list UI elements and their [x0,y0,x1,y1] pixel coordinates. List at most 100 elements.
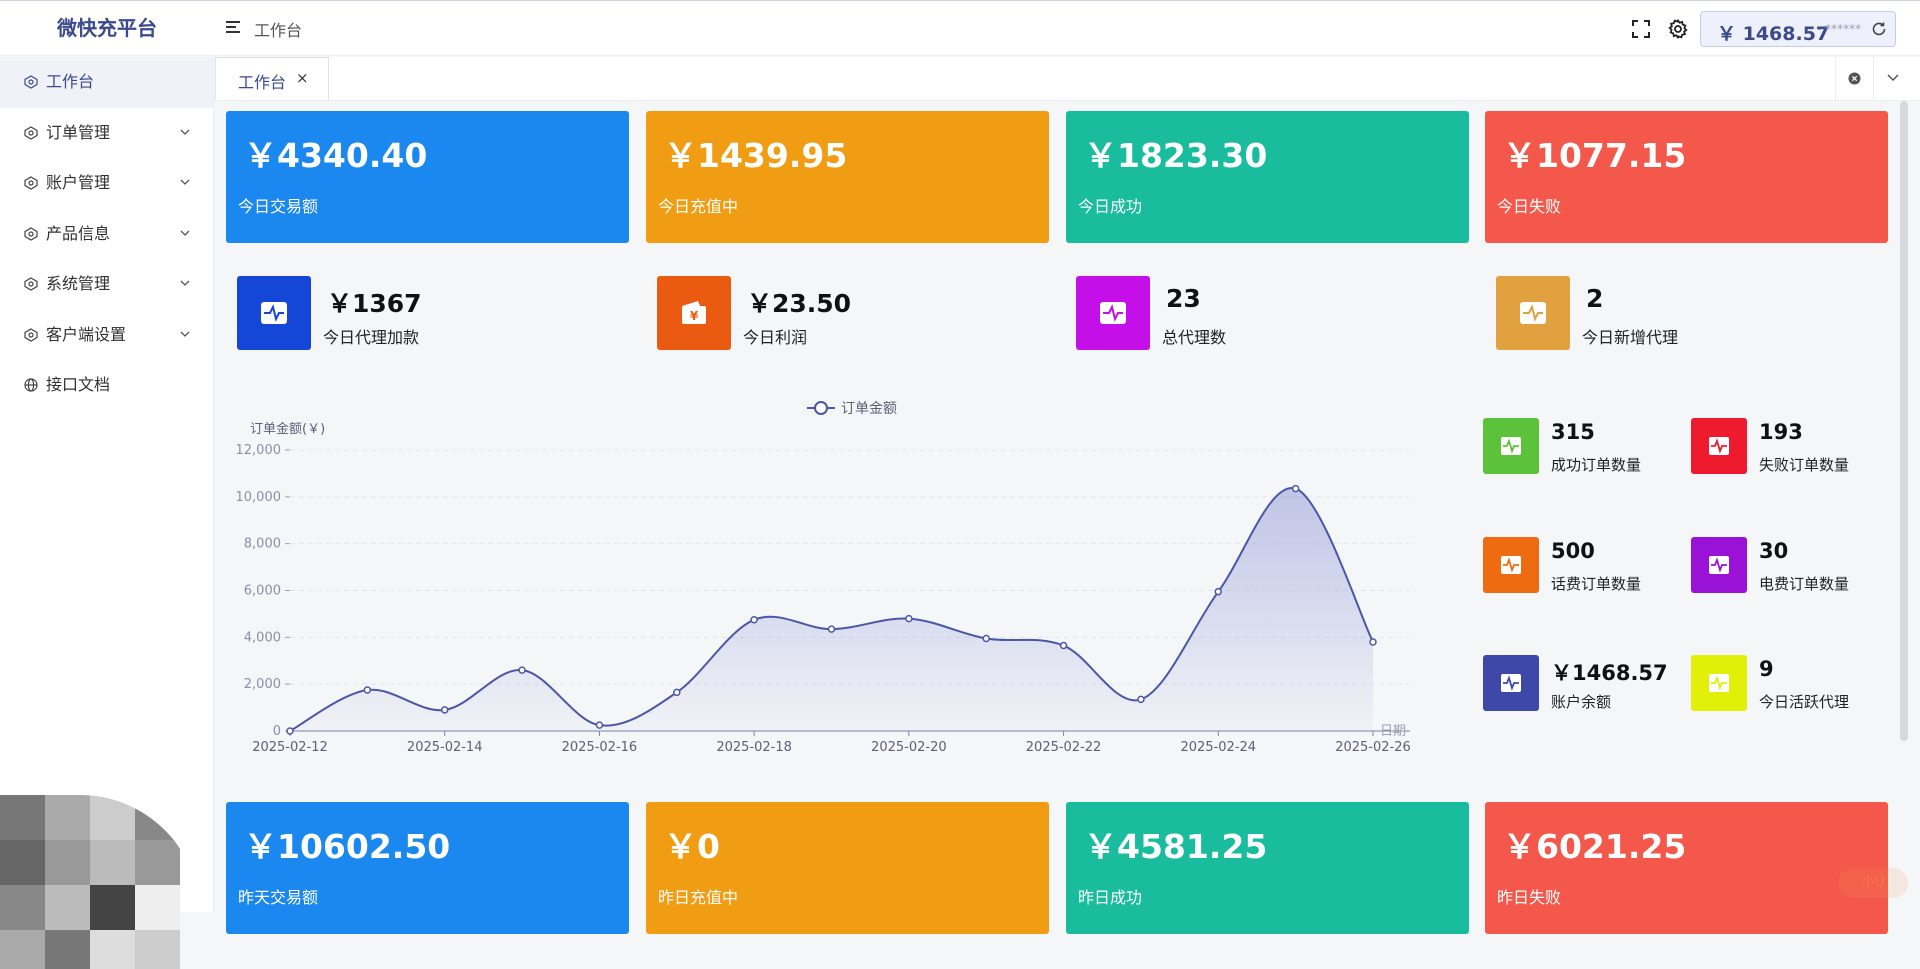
fullscreen-icon[interactable] [1632,20,1650,38]
x-tick-label: 2025-02-26 [1335,740,1411,755]
refresh-icon[interactable] [1871,21,1887,37]
x-tick-label: 2025-02-14 [407,740,483,755]
sidebar-item-0[interactable]: 工作台 [0,57,213,108]
order-amount-chart: 0 2,000 4,000 6,000 8,000 10,000 12,000 2025-02… [236,401,1411,755]
stat-value: ￥1468.57 [1551,661,1668,685]
settings-icon [24,327,38,342]
balance-chip[interactable]: ￥ 1468.57 - ****** [1700,11,1896,47]
stat-value: 193 [1759,420,1803,444]
sidebar-item-label: 账户管理 [46,173,111,192]
pulse-icon [1691,537,1747,593]
watermark: 小U [1838,868,1908,898]
close-all-tabs-button[interactable] [1835,57,1873,100]
stat-value: 2 [1586,284,1604,313]
sidebar-item-1[interactable]: 订单管理 [0,108,213,159]
globe-icon [24,378,38,392]
top-bar: 微快充平台 工作台 ￥ 1468.57 - ****** [0,0,1920,56]
y-axis-label: 订单金额(￥) [250,421,325,437]
stat-value: 500 [1551,539,1595,563]
card-value: ￥4340.40 [244,136,428,175]
data-point [595,721,604,729]
tab-close-icon[interactable]: × [296,69,309,87]
stat-value: 23 [1166,284,1201,313]
order-stat-5: 9 今日活跃代理 [1691,655,1891,711]
stat-label: 电费订单数量 [1759,575,1850,593]
sidebar-item-label: 系统管理 [46,274,111,293]
pulse-icon [1076,276,1150,350]
card-value: ￥4581.25 [1084,827,1268,866]
balance-amount: ￥ 1468.57 [1717,23,1830,45]
mid-stat-1: ¥ ￥23.50 今日利润 [657,276,957,350]
mid-stat-3: 2 今日新增代理 [1496,276,1796,350]
tab-bar: 工作台 × [215,57,1920,101]
y-tick-label: 12,000 [236,443,282,458]
x-tick-label: 2025-02-22 [1026,740,1102,755]
today-card-3: ￥1077.15 今日失败 [1485,111,1888,243]
y-tick-label: 2,000 [244,677,281,692]
stat-label: 今日活跃代理 [1759,693,1850,711]
wallet-icon: ¥ [657,276,731,350]
card-value: ￥1077.15 [1503,136,1687,175]
x-tick-label: 2025-02-12 [252,740,328,755]
data-point [1059,641,1068,650]
data-point [518,666,526,674]
settings-icon [24,176,38,190]
balance-mask: - ****** [1817,22,1862,36]
x-tick-label: 2025-02-16 [562,740,638,755]
chevron-down-icon [180,331,190,337]
pulse-icon [1483,655,1539,711]
data-point [1369,638,1377,646]
card-label: 昨日充值中 [658,888,739,907]
yesterday-card-3: ￥6021.25 昨日失败 [1485,802,1888,934]
sidebar-item-3[interactable]: 产品信息 [0,209,213,260]
sidebar-item-6[interactable]: 接口文档 [0,360,213,411]
menu-toggle-icon[interactable] [226,21,240,35]
stat-label: 失败订单数量 [1759,456,1850,474]
x-tick-label: 2025-02-20 [871,740,947,755]
stat-label: 成功订单数量 [1551,456,1642,474]
order-stat-2: 500 话费订单数量 [1483,537,1683,593]
x-axis-label: 日期 [1380,724,1406,739]
yesterday-card-1: ￥0 昨日充值中 [646,802,1049,934]
y-tick-label: 0 [273,724,281,739]
yesterday-card-0: ￥10602.50 昨天交易额 [226,802,629,934]
sidebar-item-2[interactable]: 账户管理 [0,158,213,209]
chevron-down-icon [1887,74,1899,82]
data-point [982,634,990,643]
sidebar-item-5[interactable]: 客户端设置 [0,310,213,361]
content-scrollbar[interactable] [1900,101,1908,741]
data-point [363,686,372,694]
gear-icon[interactable] [1668,19,1688,39]
today-card-0: ￥4340.40 今日交易额 [226,111,629,243]
y-tick-label: 10,000 [236,490,282,505]
brand-logo[interactable]: 微快充平台 [0,1,214,57]
stat-value: ￥23.50 [747,289,852,318]
data-point [440,706,449,714]
sidebar: 工作台 订单管理账户管理产品信息系统管理客户端设置 接口文档 [0,57,214,969]
y-tick-label: 8,000 [244,537,281,552]
card-value: ￥6021.25 [1503,827,1687,866]
card-label: 昨日失败 [1497,888,1562,907]
sidebar-item-4[interactable]: 系统管理 [0,259,213,310]
yesterday-card-2: ￥4581.25 昨日成功 [1066,802,1469,934]
card-value: ￥0 [664,827,720,866]
stat-label: 今日代理加款 [323,328,420,347]
data-point [1214,587,1223,596]
chevron-down-icon [180,230,190,236]
tab-label: 工作台 [238,73,287,92]
stat-label: 账户余额 [1551,693,1612,711]
svg-text:¥: ¥ [690,309,699,323]
pulse-icon [1691,418,1747,474]
data-point [1291,484,1300,493]
x-tick-label: 2025-02-18 [716,740,792,755]
legend-label: 订单金额 [841,401,897,417]
stat-label: 总代理数 [1162,328,1227,347]
tab-workbench[interactable]: 工作台 × [215,57,329,100]
tab-menu-button[interactable] [1873,57,1911,100]
dashboard-icon [24,75,38,89]
data-point [673,688,681,697]
stat-label: 今日新增代理 [1582,328,1679,347]
card-value: ￥1823.30 [1084,136,1268,175]
order-stat-0: 315 成功订单数量 [1483,418,1683,474]
order-stat-3: 30 电费订单数量 [1691,537,1891,593]
